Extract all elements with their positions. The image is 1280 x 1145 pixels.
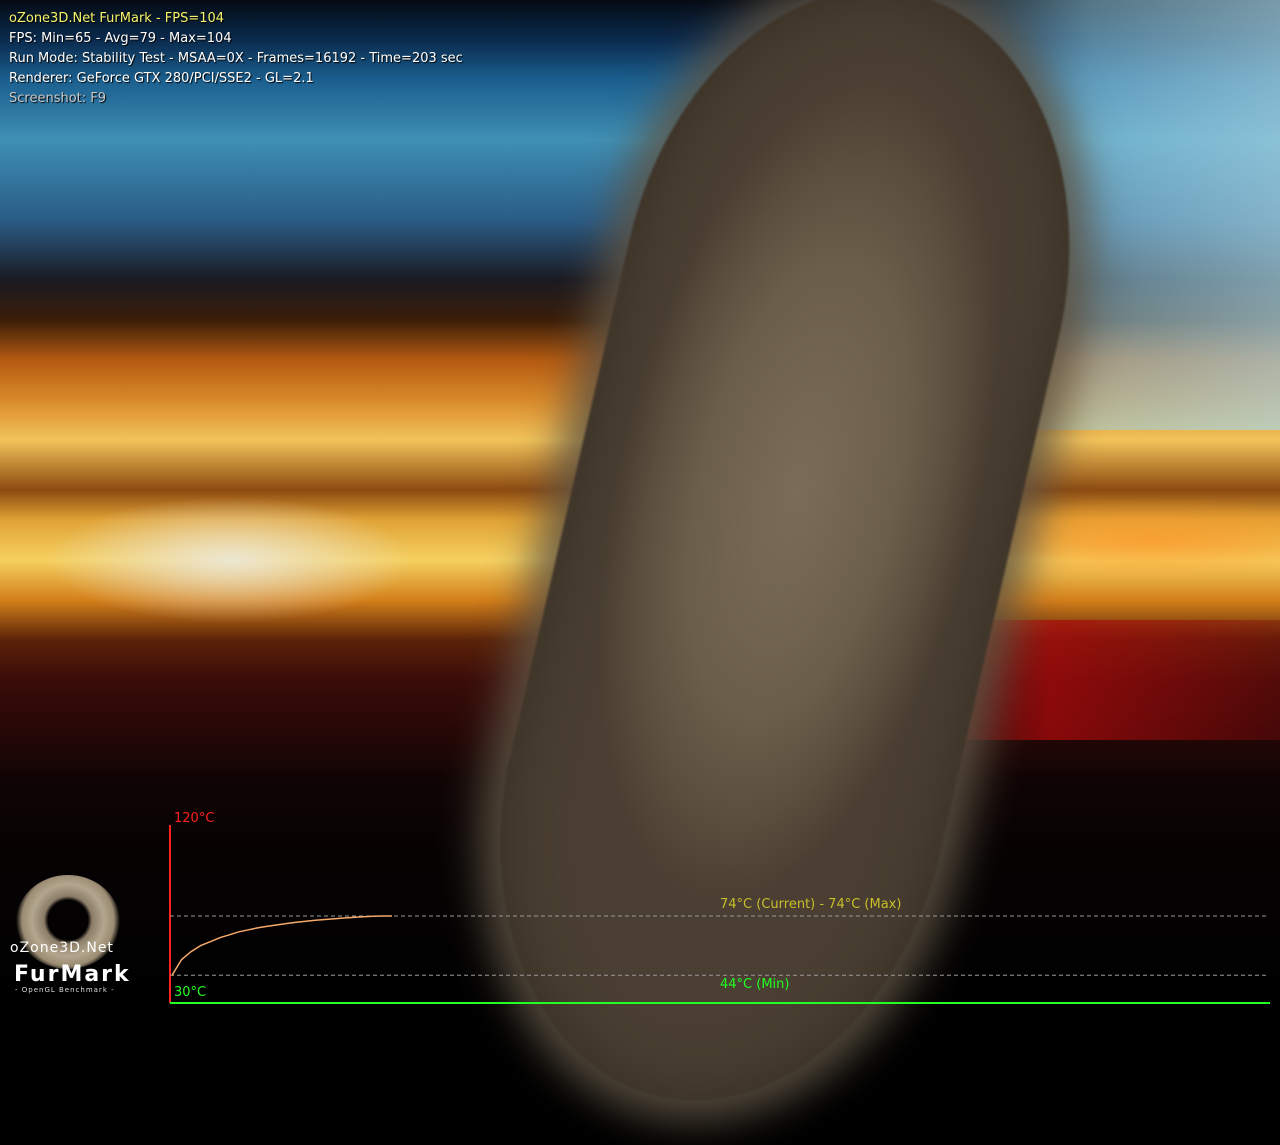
graph-min-temp-label: 30°C [174, 985, 207, 1000]
temperature-graph [169, 825, 1270, 1004]
graph-max-temp-label: 120°C [174, 811, 215, 826]
graph-min-recorded-label: 44°C (Min) [720, 977, 790, 992]
graph-current-temp-label: 74°C (Current) - 74°C (Max) [720, 897, 902, 912]
temperature-curve-group [171, 915, 392, 976]
temperature-curve-line [171, 915, 392, 976]
